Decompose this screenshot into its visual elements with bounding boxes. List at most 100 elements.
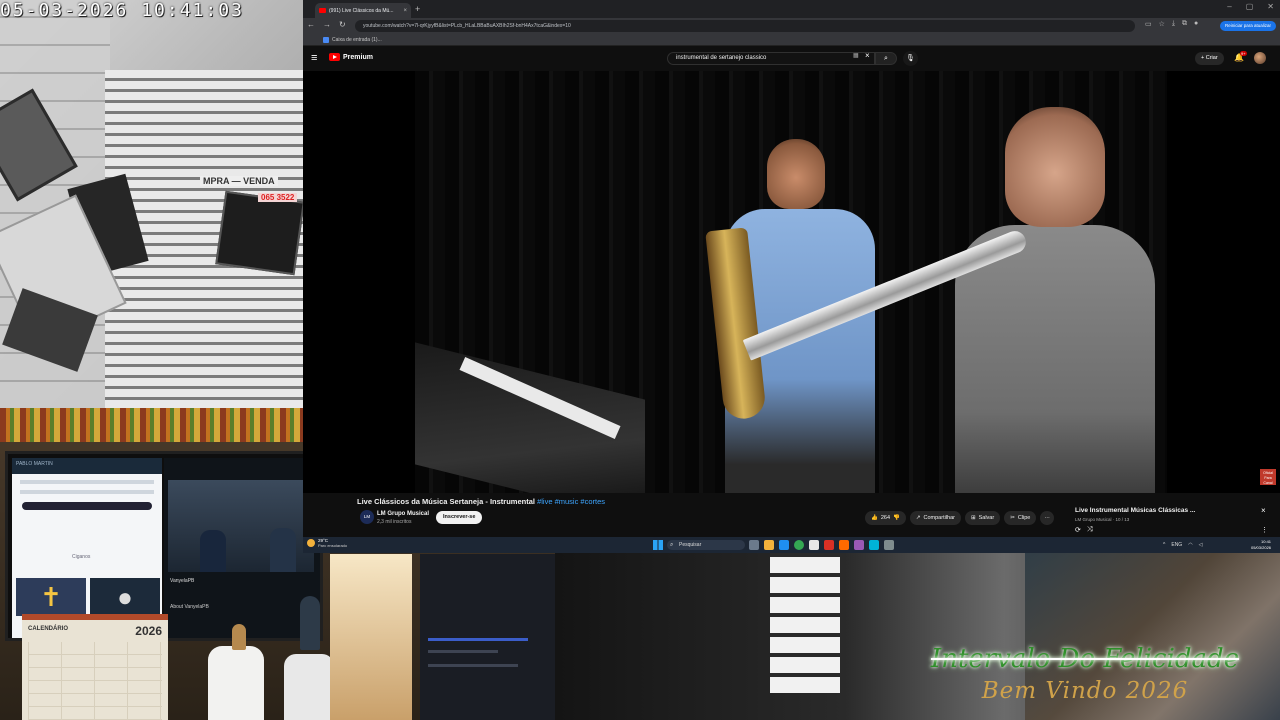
save-button[interactable]: ⊞ Salvar <box>965 511 1001 525</box>
clear-search-icon[interactable]: × <box>865 51 870 60</box>
share-button[interactable]: ↗ Compartilhar <box>909 511 961 525</box>
video-title: Live Clássicos da Música Sertaneja - Ins… <box>357 497 605 506</box>
calendar-grid <box>28 642 162 720</box>
taskbar-clock[interactable]: 10:41 05/03/2026 <box>1251 539 1271 551</box>
minimize-button[interactable]: – <box>1227 2 1231 11</box>
app-icon[interactable] <box>869 540 879 550</box>
search-input[interactable]: instrumental de sertanejo classico <box>667 52 875 65</box>
download-icon[interactable]: ⤓ <box>1172 20 1175 28</box>
profile-icon[interactable]: ● <box>1194 20 1198 28</box>
code-line <box>428 664 518 667</box>
channel-name[interactable]: LM Grupo Musical <box>377 511 429 517</box>
youtube-header: ≡ Premium instrumental de sertanejo clas… <box>303 47 1280 71</box>
toy-figure <box>300 596 320 650</box>
back-icon[interactable]: ← <box>307 20 315 29</box>
close-window-button[interactable]: ✕ <box>1267 2 1274 11</box>
subscribe-button[interactable]: Inscrever-se <box>436 511 483 524</box>
code-line <box>428 650 498 653</box>
loop-icon[interactable]: ⟳ <box>1075 526 1081 534</box>
banner-title: Intervalo Do Felicidade <box>930 644 1240 674</box>
monitor-video <box>168 480 314 572</box>
update-button[interactable]: Reiniciar para atualizar <box>1219 21 1276 31</box>
wifi-icon[interactable]: ◠ <box>1188 540 1192 550</box>
tab-strip: (991) Live Clássicos da Mú... × + – ▢ ✕ <box>303 0 1280 18</box>
tab-youtube[interactable]: (991) Live Clássicos da Mú... × <box>315 3 411 18</box>
shop-sign-phone: 065 3522 <box>258 193 298 202</box>
cctv-feed: MPRA — VENDA 065 3522 05-03-2026 10:41:0… <box>0 0 303 408</box>
keyboard-icon[interactable]: ▦ <box>853 52 859 59</box>
desk-monitor: PABLO MARTIN Ciganos ✝ ● VanyelaPB About… <box>5 451 323 641</box>
task-view-icon[interactable] <box>749 540 759 550</box>
language-indicator[interactable]: ENG <box>1171 540 1182 550</box>
menu-icon[interactable]: ≡ <box>311 52 317 64</box>
playlist-close-icon[interactable]: × <box>1261 506 1266 515</box>
monitor-about: About VanyelaPB <box>170 604 209 610</box>
trumpeter-head <box>1005 107 1105 227</box>
screen: MPRA — VENDA 065 3522 05-03-2026 10:41:0… <box>0 0 1280 720</box>
video-title-text: Live Clássicos da Música Sertaneja - Ins… <box>357 497 535 506</box>
volume-icon[interactable]: ◁ <box>1199 540 1203 550</box>
create-button[interactable]: + Criar <box>1195 52 1224 65</box>
save-icon: ⊞ <box>971 515 976 521</box>
youtube-logo[interactable]: Premium <box>329 53 373 61</box>
playlist-title[interactable]: Live Instrumental Músicas Clássicas ... <box>1075 507 1255 514</box>
stream-banner: Intervalo Do Felicidade Bem Vindo 2026 <box>900 640 1270 714</box>
channel-watermark[interactable]: Oficial Para Canal <box>1260 469 1276 485</box>
forward-icon[interactable]: → <box>323 20 331 29</box>
weather-widget[interactable]: 29°C Parc ensolarado <box>307 538 347 548</box>
tab-close-icon[interactable]: × <box>403 8 407 14</box>
brand-label: Premium <box>343 53 373 61</box>
video-actions: 👍 264 👎 ↗ Compartilhar ⊞ Salvar ✂ Clipe … <box>865 511 1054 525</box>
bookmarks-bar: Caixa de entrada (1)... <box>303 34 1280 46</box>
search-bar <box>22 502 152 510</box>
playlist-menu-icon[interactable]: ⋮ <box>1261 526 1268 534</box>
channel-avatar[interactable]: LM <box>360 510 374 524</box>
chrome-icon[interactable] <box>794 540 804 550</box>
video-player[interactable]: Oficial Para Canal <box>303 71 1280 493</box>
reload-icon[interactable]: ↻ <box>339 20 346 29</box>
account-avatar[interactable] <box>1254 52 1266 64</box>
extensions-icon[interactable]: ⧉ <box>1182 20 1187 28</box>
bottle <box>284 654 334 720</box>
clip-button[interactable]: ✂ Clipe <box>1004 511 1037 525</box>
shuffle-icon[interactable]: ⤨ <box>1087 526 1093 534</box>
address-bar[interactable]: youtube.com/watch?v=7l-qrKjyyfB&list=PLc… <box>355 20 1135 32</box>
hanging-laptop <box>215 190 303 276</box>
youtube-play-icon <box>329 53 340 61</box>
windows-start-icon[interactable] <box>653 540 663 550</box>
store-icon[interactable] <box>809 540 819 550</box>
windows-taskbar: 29°C Parc ensolarado Pesquisar ^ E <box>303 537 1280 553</box>
settings-gear-icon[interactable] <box>884 540 894 550</box>
playlist-panel: Live Instrumental Músicas Clássicas ... … <box>1071 504 1277 538</box>
edge-icon[interactable] <box>779 540 789 550</box>
notification-count-badge: 9+ <box>1240 51 1247 56</box>
bookmark-star-icon[interactable]: ☆ <box>1159 20 1165 28</box>
file-explorer-icon[interactable] <box>764 540 774 550</box>
share-icon: ↗ <box>915 515 921 521</box>
app-icon[interactable] <box>824 540 834 550</box>
person-silhouette <box>200 530 226 572</box>
app-icon[interactable] <box>854 540 864 550</box>
scissors-icon: ✂ <box>1010 515 1015 521</box>
app-icon[interactable] <box>839 540 849 550</box>
cast-icon[interactable]: ▭ <box>1145 20 1152 28</box>
maximize-button[interactable]: ▢ <box>1246 2 1254 11</box>
taskbar-search[interactable]: Pesquisar <box>667 540 745 550</box>
like-button[interactable]: 👍 264 👎 <box>865 511 906 525</box>
monitor-left-caption: Ciganos <box>72 554 91 560</box>
chevron-up-icon[interactable]: ^ <box>1163 540 1165 550</box>
thumbs-down-icon[interactable]: 👎 <box>893 511 900 525</box>
microphone-icon[interactable]: 🎙 <box>903 51 918 66</box>
more-actions-button[interactable]: ··· <box>1040 511 1054 525</box>
thumbs-up-icon: 👍 <box>871 515 878 521</box>
new-tab-button[interactable]: + <box>415 3 420 15</box>
tab-title: (991) Live Clássicos da Mú... <box>329 7 394 14</box>
book-shelf <box>0 408 303 442</box>
search-button[interactable]: ⌕ <box>875 52 897 65</box>
taskbar-apps <box>749 540 894 550</box>
like-count: 264 <box>880 515 891 521</box>
bookmark-label: Caixa de entrada (1)... <box>332 37 382 43</box>
text-line <box>20 490 154 494</box>
video-hashtags[interactable]: #live #music #cortes <box>537 497 605 506</box>
bookmark-inbox[interactable]: Caixa de entrada (1)... <box>323 35 382 45</box>
